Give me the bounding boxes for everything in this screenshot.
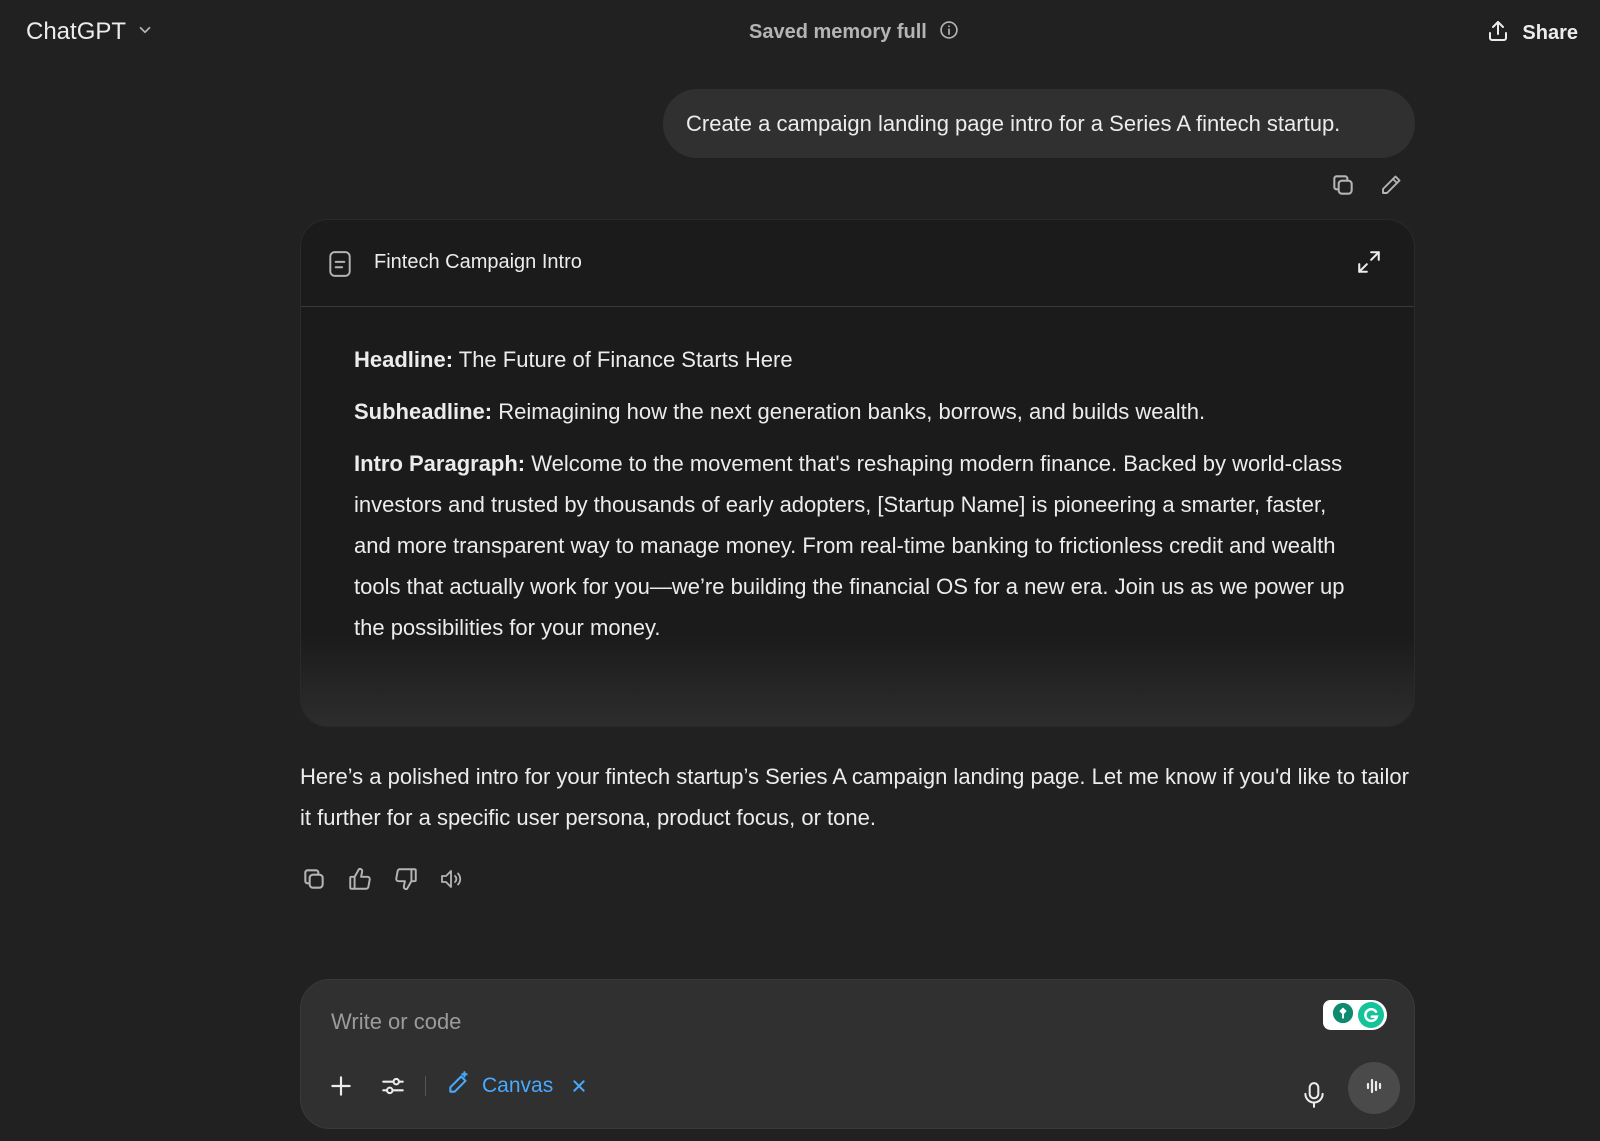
subheadline-value: Reimagining how the next generation bank…: [498, 399, 1206, 424]
composer-toolbar: Canvas: [327, 1070, 587, 1102]
headline-line: Headline: The Future of Finance Starts H…: [354, 339, 1362, 380]
memory-status: Saved memory full: [749, 20, 959, 45]
voice-mode-button[interactable]: [1348, 1062, 1400, 1114]
memory-status-text: Saved memory full: [749, 21, 927, 43]
chat-page: ChatGPT Saved memory full Share Create a…: [0, 0, 1600, 1141]
canvas-pen-icon: [446, 1070, 472, 1102]
intro-paragraph: Intro Paragraph: Welcome to the movement…: [354, 443, 1362, 648]
expand-icon[interactable]: [1356, 249, 1382, 280]
thumbs-up-icon[interactable]: [347, 866, 373, 892]
headline-value: The Future of Finance Starts Here: [458, 347, 793, 372]
intro-label: Intro Paragraph:: [354, 451, 526, 476]
copy-icon[interactable]: [1330, 172, 1356, 198]
close-icon[interactable]: [571, 1078, 587, 1094]
voice-mode-icon: [1362, 1074, 1386, 1103]
edit-pencil-icon[interactable]: [1378, 172, 1404, 198]
read-aloud-icon[interactable]: [439, 866, 465, 892]
plus-icon[interactable]: [327, 1072, 355, 1100]
subheadline-line: Subheadline: Reimagining how the next ge…: [354, 391, 1362, 432]
canvas-tool-chip[interactable]: Canvas: [446, 1070, 587, 1102]
canvas-fade-overlay: [301, 636, 1414, 726]
share-button[interactable]: Share: [1486, 19, 1578, 48]
toolbar-divider: [425, 1076, 426, 1096]
subheadline-label: Subheadline:: [354, 399, 493, 424]
intro-value: Welcome to the movement that's reshaping…: [354, 451, 1345, 640]
assistant-message: Here’s a polished intro for your fintech…: [300, 764, 1409, 830]
document-icon: [327, 250, 353, 283]
top-bar: ChatGPT Saved memory full Share: [0, 0, 1600, 68]
canvas-card-header: Fintech Campaign Intro: [301, 220, 1414, 307]
canvas-chip-label: Canvas: [482, 1074, 554, 1097]
headline-label: Headline:: [354, 347, 454, 372]
model-name: ChatGPT: [26, 18, 127, 45]
canvas-title: Fintech Campaign Intro: [374, 251, 582, 273]
grammarly-widget[interactable]: [1323, 1000, 1387, 1030]
assistant-message-actions: [301, 866, 465, 892]
grammarly-badge-icon: [1358, 1002, 1384, 1028]
grammarly-icon: [1332, 1002, 1354, 1029]
message-composer: Canvas: [300, 979, 1415, 1129]
user-message: Create a campaign landing page intro for…: [663, 89, 1415, 158]
share-upload-icon: [1486, 19, 1510, 48]
tools-sliders-icon[interactable]: [379, 1072, 407, 1100]
canvas-content: Headline: The Future of Finance Starts H…: [301, 307, 1414, 648]
prompt-input[interactable]: [331, 1004, 1231, 1040]
canvas-document-card[interactable]: Fintech Campaign Intro Headline: The Fut…: [300, 219, 1415, 727]
user-message-actions: [1330, 172, 1404, 198]
copy-icon[interactable]: [301, 866, 327, 892]
thumbs-down-icon[interactable]: [393, 866, 419, 892]
chevron-down-icon: [136, 21, 154, 44]
model-switcher[interactable]: ChatGPT: [26, 18, 154, 46]
microphone-icon[interactable]: [1301, 1081, 1327, 1114]
share-label: Share: [1522, 22, 1578, 44]
info-icon[interactable]: [939, 20, 959, 45]
